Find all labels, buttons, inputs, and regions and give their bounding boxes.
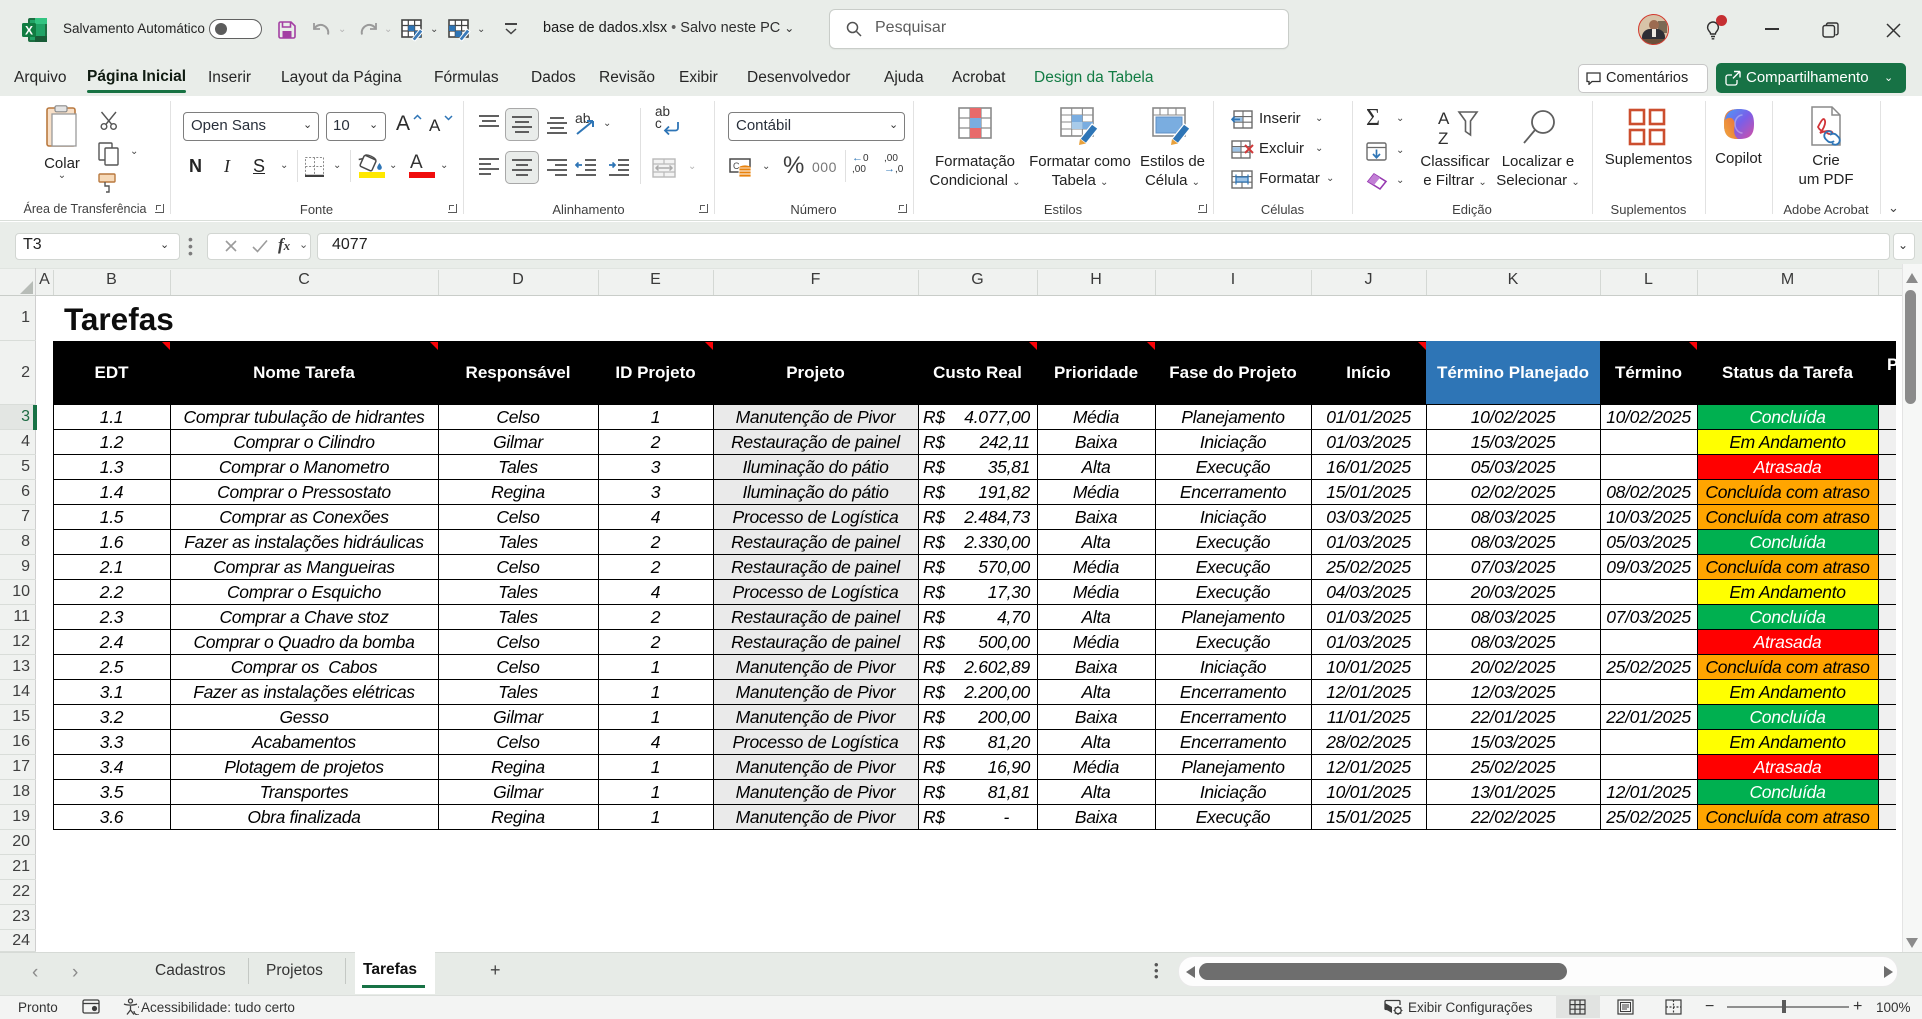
svg-text:X: X (25, 24, 33, 38)
svg-text:Z: Z (1438, 129, 1448, 148)
svg-text:A: A (1438, 109, 1450, 128)
